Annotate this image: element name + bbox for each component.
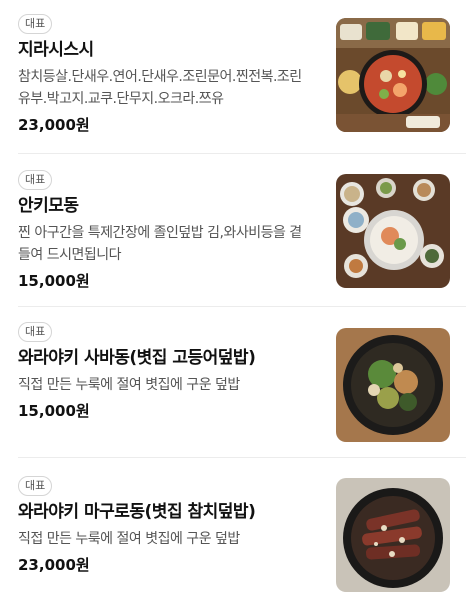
menu-item-info: 대표 와라야키 마구로동(볏집 참치덮밥) 직접 만든 누룩에 절여 볏집에 구… [0,474,310,592]
menu-item-info: 대표 와라야키 사바동(볏집 고등어덮밥) 직접 만든 누룩에 절여 볏집에 구… [0,320,310,442]
signature-badge: 대표 [18,322,53,342]
menu-item-price: 23,000원 [18,556,90,574]
divider [18,306,466,307]
divider [18,153,466,154]
menu-item-price: 15,000원 [18,402,90,420]
menu-item-info: 대표 지라시스시 참치등살.단새우.연어.단새우.조린문어.찐전복.조린유부.박… [0,12,310,136]
menu-item-description: 참치등살.단새우.연어.단새우.조린문어.찐전복.조린유부.박고지.교쿠.단무지… [18,69,302,107]
menu-item-price: 15,000원 [18,272,90,290]
signature-badge: 대표 [18,476,53,496]
saba-don-photo[interactable] [336,328,450,442]
ankimo-don-image [336,174,450,288]
maguro-don-photo[interactable] [336,478,450,592]
saba-don-image [336,328,450,442]
menu-item-saba-don[interactable]: 대표 와라야키 사바동(볏집 고등어덮밥) 직접 만든 누룩에 절여 볏집에 구… [0,320,466,442]
menu-item-description: 찐 아구간을 특제간장에 졸인덮밥 김,와사비등을 곁들여 드시면됩니다 [18,225,302,263]
menu-item-ankimo-don[interactable]: 대표 안키모동 찐 아구간을 특제간장에 졸인덮밥 김,와사비등을 곁들여 드시… [0,168,466,292]
menu-item-chirashi-sushi[interactable]: 대표 지라시스시 참치등살.단새우.연어.단새우.조린문어.찐전복.조린유부.박… [0,12,466,136]
divider [18,457,466,458]
ankimo-don-photo[interactable] [336,174,450,288]
signature-badge: 대표 [18,14,53,34]
menu-list: 대표 지라시스시 참치등살.단새우.연어.단새우.조린문어.찐전복.조린유부.박… [0,0,466,602]
chirashi-sushi-photo[interactable] [336,18,450,132]
maguro-don-image [336,478,450,592]
chirashi-sushi-image [336,18,450,132]
menu-item-name: 안키모동 [18,196,79,216]
menu-item-name: 와라야키 마구로동(볏집 참치덮밥) [18,502,256,522]
signature-badge: 대표 [18,170,53,190]
menu-item-description: 직접 만든 누룩에 절여 볏집에 구운 덮밥 [18,531,240,547]
menu-item-name: 지라시스시 [18,40,94,60]
menu-item-name: 와라야키 사바동(볏집 고등어덮밥) [18,348,256,368]
menu-item-info: 대표 안키모동 찐 아구간을 특제간장에 졸인덮밥 김,와사비등을 곁들여 드시… [0,168,310,292]
menu-item-price: 23,000원 [18,116,90,134]
menu-item-maguro-don[interactable]: 대표 와라야키 마구로동(볏집 참치덮밥) 직접 만든 누룩에 절여 볏집에 구… [0,474,466,592]
menu-item-description: 직접 만든 누룩에 절여 볏집에 구운 덮밥 [18,377,240,393]
